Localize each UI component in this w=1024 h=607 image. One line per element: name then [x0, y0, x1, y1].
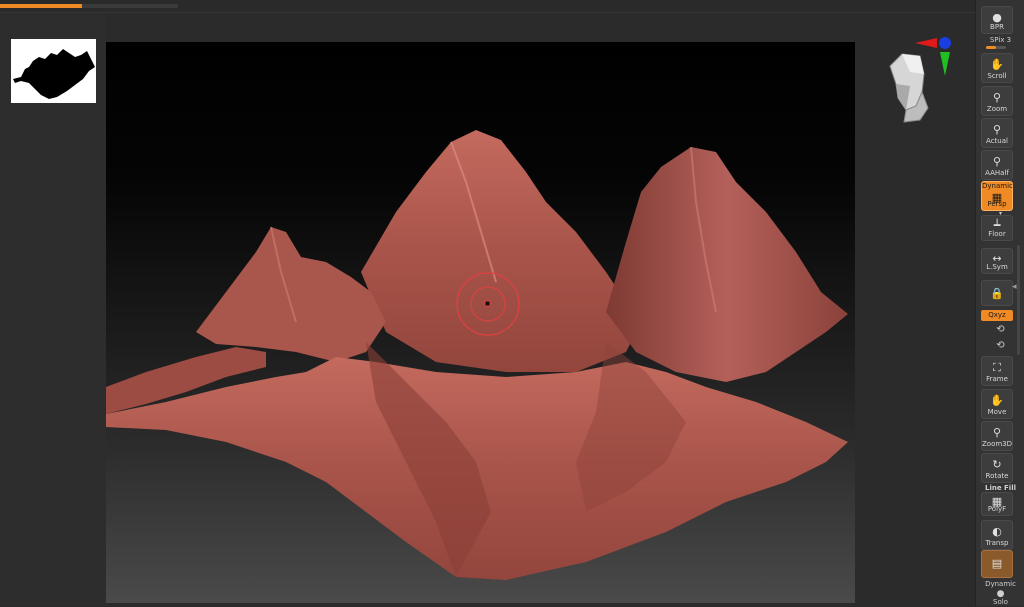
mountain-silhouette-icon [13, 49, 95, 99]
transp-button[interactable]: ◐ Transp [981, 520, 1013, 550]
shelf-scrollbar[interactable] [1017, 245, 1020, 355]
lock-button[interactable]: 🔒 [981, 280, 1013, 306]
canvas-viewport[interactable] [106, 42, 855, 603]
frame-icon: ⛶ [993, 361, 1001, 374]
rotate-icon: ↻ [992, 458, 1002, 471]
ghost-icon: ▤ [991, 557, 1003, 570]
aahalf-button[interactable]: ⚲ AAHalf [981, 150, 1013, 180]
persp-button[interactable]: Dynamic ▦ Persp [981, 181, 1013, 211]
progress-fill [0, 4, 82, 8]
move-button[interactable]: ✋ Move [981, 389, 1013, 419]
lock-icon: 🔒 [990, 287, 1004, 300]
magnifier-icon: ⚲ [992, 91, 1002, 104]
frame-button[interactable]: ⛶ Frame [981, 356, 1013, 386]
floor-button[interactable]: ┷ Floor [981, 215, 1013, 241]
hand-icon: ✋ [990, 58, 1004, 71]
transparency-icon: ◐ [992, 525, 1002, 538]
spix-slider[interactable] [986, 46, 1006, 49]
model-thumbnail[interactable] [11, 39, 96, 103]
zoom-button[interactable]: ⚲ Zoom [981, 86, 1013, 116]
lsym-button[interactable]: ↔ L.Sym [981, 248, 1013, 274]
terrain-mesh[interactable] [106, 42, 855, 603]
chevron-left-icon[interactable]: ◂ [1012, 282, 1017, 292]
magnifier-icon: ⚲ [992, 426, 1002, 439]
bpr-button[interactable]: ● BPR [981, 6, 1013, 34]
hand-icon: ✋ [990, 394, 1004, 407]
spix-label: SPix 3 [989, 36, 1012, 44]
brush-cursor-center [484, 300, 491, 307]
actual-button[interactable]: ⚲ Actual [981, 118, 1013, 148]
rotate-button[interactable]: ↻ Rotate [981, 453, 1013, 483]
top-bar [0, 0, 975, 13]
ghost-button[interactable]: ▤ [981, 550, 1013, 578]
polyf-button[interactable]: ▦ PolyF [981, 492, 1013, 516]
axis-gizmo-icon[interactable] [915, 35, 955, 77]
scroll-button[interactable]: ✋ Scroll [981, 53, 1013, 83]
progress-bar [0, 4, 178, 8]
magnifier-icon: ⚲ [992, 155, 1002, 168]
magnifier-icon: ⚲ [992, 123, 1002, 136]
qxyz-button[interactable]: Qxyz [981, 310, 1013, 321]
zoom3d-button[interactable]: ⚲ Zoom3D [981, 421, 1013, 451]
